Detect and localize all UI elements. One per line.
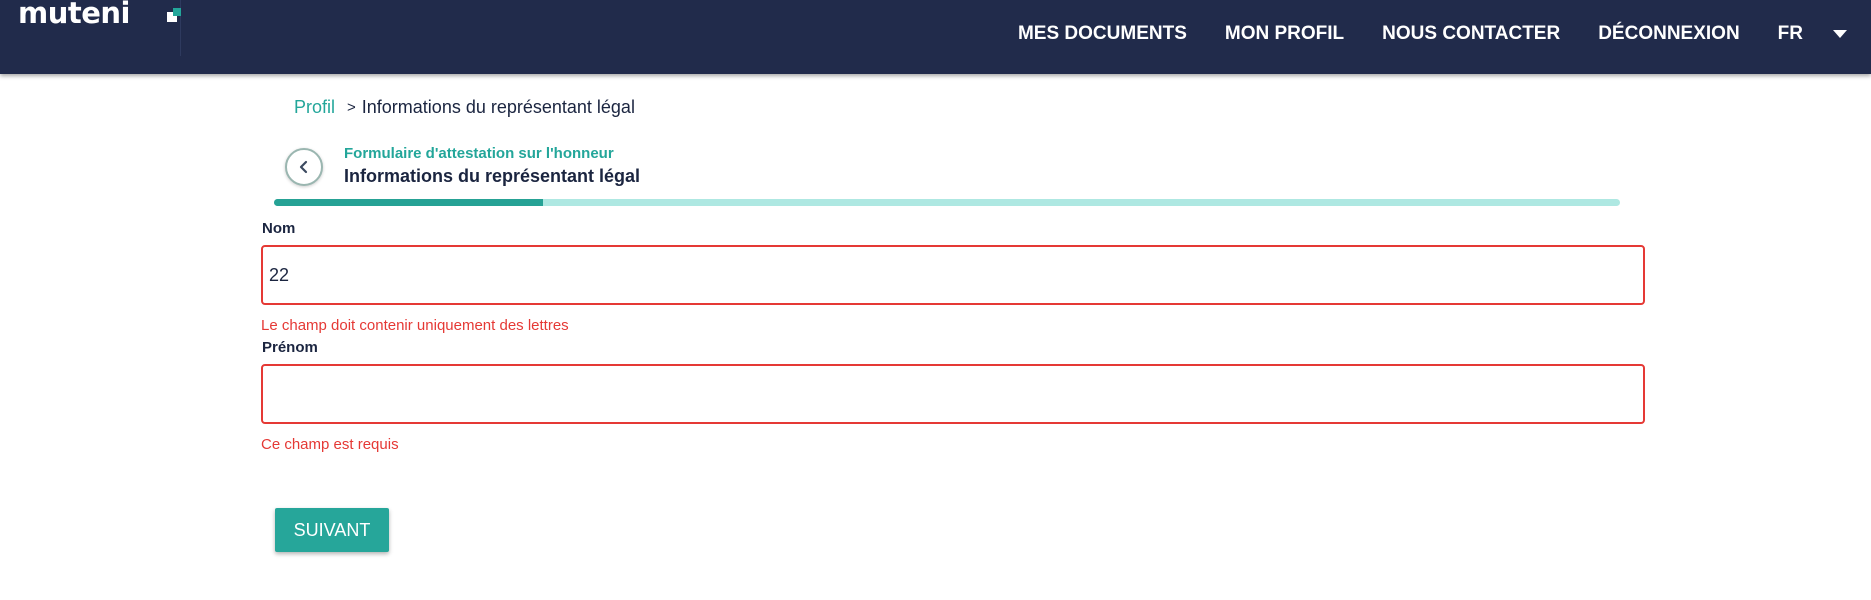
chevron-left-icon <box>299 160 308 174</box>
form-subtitle: Formulaire d'attestation sur l'honneur <box>344 145 614 162</box>
logo-text: muteni <box>18 0 130 30</box>
prenom-input[interactable] <box>261 364 1645 424</box>
nav-mes-documents[interactable]: MES DOCUMENTS <box>1018 23 1187 45</box>
nom-label: Nom <box>262 220 296 237</box>
top-navbar: muteni MES DOCUMENTS MON PROFIL NOUS CON… <box>0 0 1871 74</box>
logo[interactable]: muteni <box>12 0 181 56</box>
nom-input[interactable] <box>261 245 1645 305</box>
breadcrumb: Profil > Informations du représentant lé… <box>294 97 635 118</box>
form-title: Informations du représentant légal <box>344 166 641 186</box>
prenom-error-message: Ce champ est requis <box>261 436 399 453</box>
progress-bar-fill <box>274 199 544 206</box>
language-label: FR <box>1777 23 1803 44</box>
language-selector[interactable]: FR <box>1778 23 1847 45</box>
nav-deconnexion[interactable]: DÉCONNEXION <box>1598 23 1739 45</box>
prenom-label: Prénom <box>262 339 318 356</box>
nav-nous-contacter[interactable]: NOUS CONTACTER <box>1382 23 1560 45</box>
nom-error-message: Le champ doit contenir uniquement des le… <box>261 317 569 334</box>
nav-mon-profil[interactable]: MON PROFIL <box>1225 23 1344 45</box>
logo-mark-icon <box>167 8 181 22</box>
back-button[interactable] <box>285 148 323 186</box>
main-nav: MES DOCUMENTS MON PROFIL NOUS CONTACTER … <box>1018 0 1871 68</box>
next-button[interactable]: SUIVANT <box>275 508 389 552</box>
progress-bar <box>274 199 1620 206</box>
breadcrumb-separator: > <box>347 99 356 116</box>
breadcrumb-profil-link[interactable]: Profil <box>294 97 335 118</box>
breadcrumb-current: Informations du représentant légal <box>361 97 635 117</box>
caret-down-icon <box>1833 30 1847 38</box>
